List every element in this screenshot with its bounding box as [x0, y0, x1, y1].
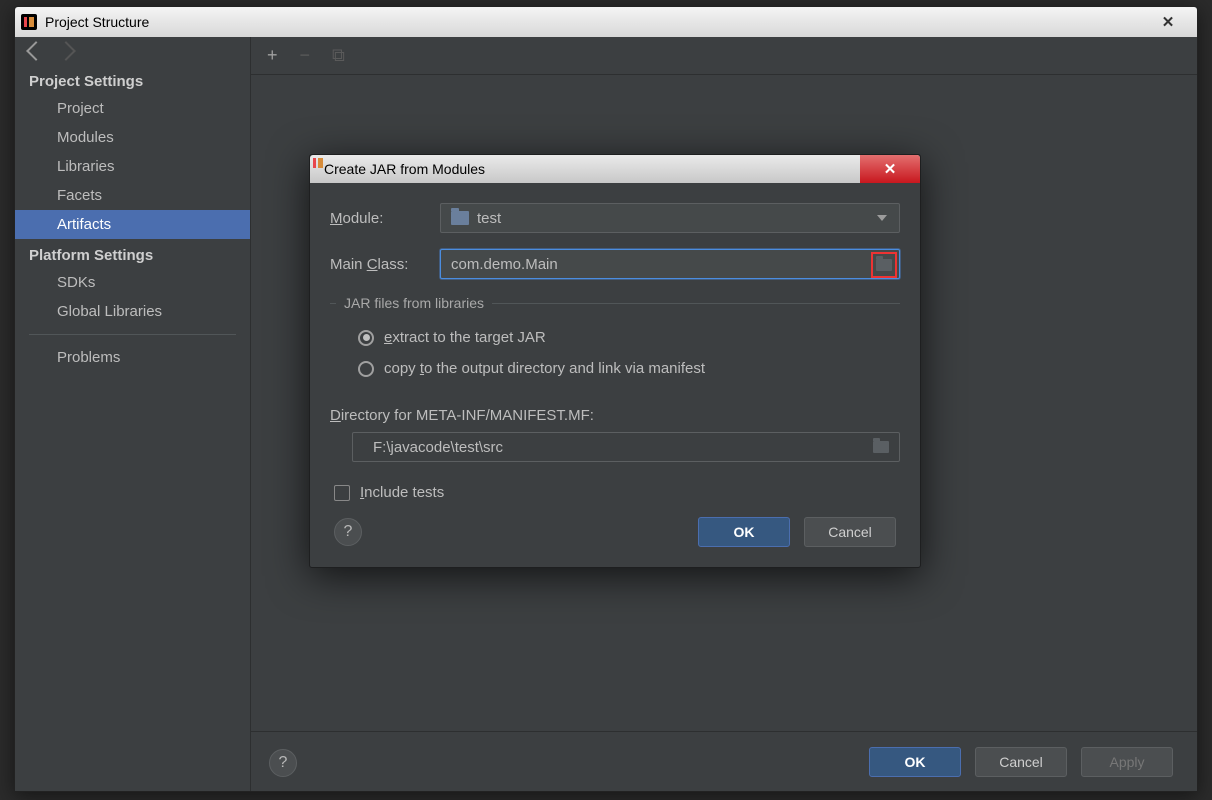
folder-open-icon: [873, 441, 889, 453]
nav-forward-icon[interactable]: [56, 41, 76, 61]
directory-value: F:\javacode\test\src: [373, 439, 503, 456]
module-select[interactable]: test: [440, 203, 900, 233]
sidebar: Project Settings Project Modules Librari…: [15, 37, 251, 791]
jar-libs-fieldset: JAR files from libraries extract to the …: [330, 295, 900, 393]
module-value: test: [477, 210, 501, 227]
titlebar: Project Structure ✕: [15, 7, 1197, 37]
include-tests-label: Include tests: [360, 484, 444, 501]
module-folder-icon: [451, 211, 469, 225]
intellij-icon: [21, 14, 37, 30]
dialog-titlebar: Create JAR from Modules ✕: [310, 155, 920, 183]
copy-icon[interactable]: ⧉: [332, 45, 345, 66]
artifacts-toolbar: + − ⧉: [251, 37, 1197, 75]
sidebar-item-artifacts[interactable]: Artifacts: [15, 210, 250, 239]
sidebar-item-sdks[interactable]: SDKs: [15, 268, 250, 297]
dialog-title: Create JAR from Modules: [324, 161, 485, 177]
browse-mainclass-button[interactable]: [871, 252, 897, 278]
mainclass-label: Main Class:: [330, 256, 430, 273]
apply-button[interactable]: Apply: [1081, 747, 1173, 777]
remove-icon[interactable]: −: [300, 45, 311, 66]
folder-open-icon: [876, 259, 892, 271]
sidebar-item-modules[interactable]: Modules: [15, 123, 250, 152]
dialog-bottom-bar: ? OK Cancel Apply: [251, 731, 1197, 791]
ok-button[interactable]: OK: [869, 747, 961, 777]
directory-label: Directory for META-INF/MANIFEST.MF:: [330, 407, 900, 424]
sidebar-item-facets[interactable]: Facets: [15, 181, 250, 210]
sidebar-heading-platform-settings: Platform Settings: [15, 239, 250, 268]
cancel-button[interactable]: Cancel: [975, 747, 1067, 777]
module-label: Module:: [330, 210, 430, 227]
dialog-close-button[interactable]: ✕: [860, 155, 920, 183]
mainclass-value: com.demo.Main: [451, 256, 558, 273]
radio-extract[interactable]: extract to the target JAR: [336, 325, 894, 350]
sidebar-divider: [29, 334, 236, 335]
radio-extract-label: extract to the target JAR: [384, 329, 546, 346]
sidebar-item-project[interactable]: Project: [15, 94, 250, 123]
sidebar-item-problems[interactable]: Problems: [15, 343, 250, 372]
mainclass-input[interactable]: com.demo.Main: [440, 249, 900, 279]
radio-copy-label: copy to the output directory and link vi…: [384, 360, 705, 377]
radio-icon: [358, 361, 374, 377]
include-tests-checkbox[interactable]: Include tests: [330, 480, 900, 511]
checkbox-icon: [334, 485, 350, 501]
help-button[interactable]: ?: [269, 749, 297, 777]
window-title: Project Structure: [45, 14, 149, 30]
dialog-ok-button[interactable]: OK: [698, 517, 790, 547]
window-close-button[interactable]: ✕: [1139, 7, 1197, 37]
chevron-down-icon: [877, 215, 887, 221]
sidebar-item-libraries[interactable]: Libraries: [15, 152, 250, 181]
dialog-footer: ? OK Cancel: [330, 511, 900, 551]
sidebar-item-global-libraries[interactable]: Global Libraries: [15, 297, 250, 326]
radio-icon: [358, 330, 374, 346]
create-jar-dialog: Create JAR from Modules ✕ Module: test M…: [309, 154, 921, 568]
jar-libs-legend: JAR files from libraries: [336, 295, 492, 311]
sidebar-nav: [15, 37, 250, 65]
nav-back-icon[interactable]: [26, 41, 46, 61]
radio-copy[interactable]: copy to the output directory and link vi…: [336, 356, 894, 381]
directory-input[interactable]: F:\javacode\test\src: [352, 432, 900, 462]
dialog-cancel-button[interactable]: Cancel: [804, 517, 896, 547]
sidebar-heading-project-settings: Project Settings: [15, 65, 250, 94]
project-structure-window: Project Structure ✕ Project Settings Pro…: [14, 6, 1198, 792]
add-icon[interactable]: +: [267, 45, 278, 66]
dialog-help-button[interactable]: ?: [334, 518, 362, 546]
